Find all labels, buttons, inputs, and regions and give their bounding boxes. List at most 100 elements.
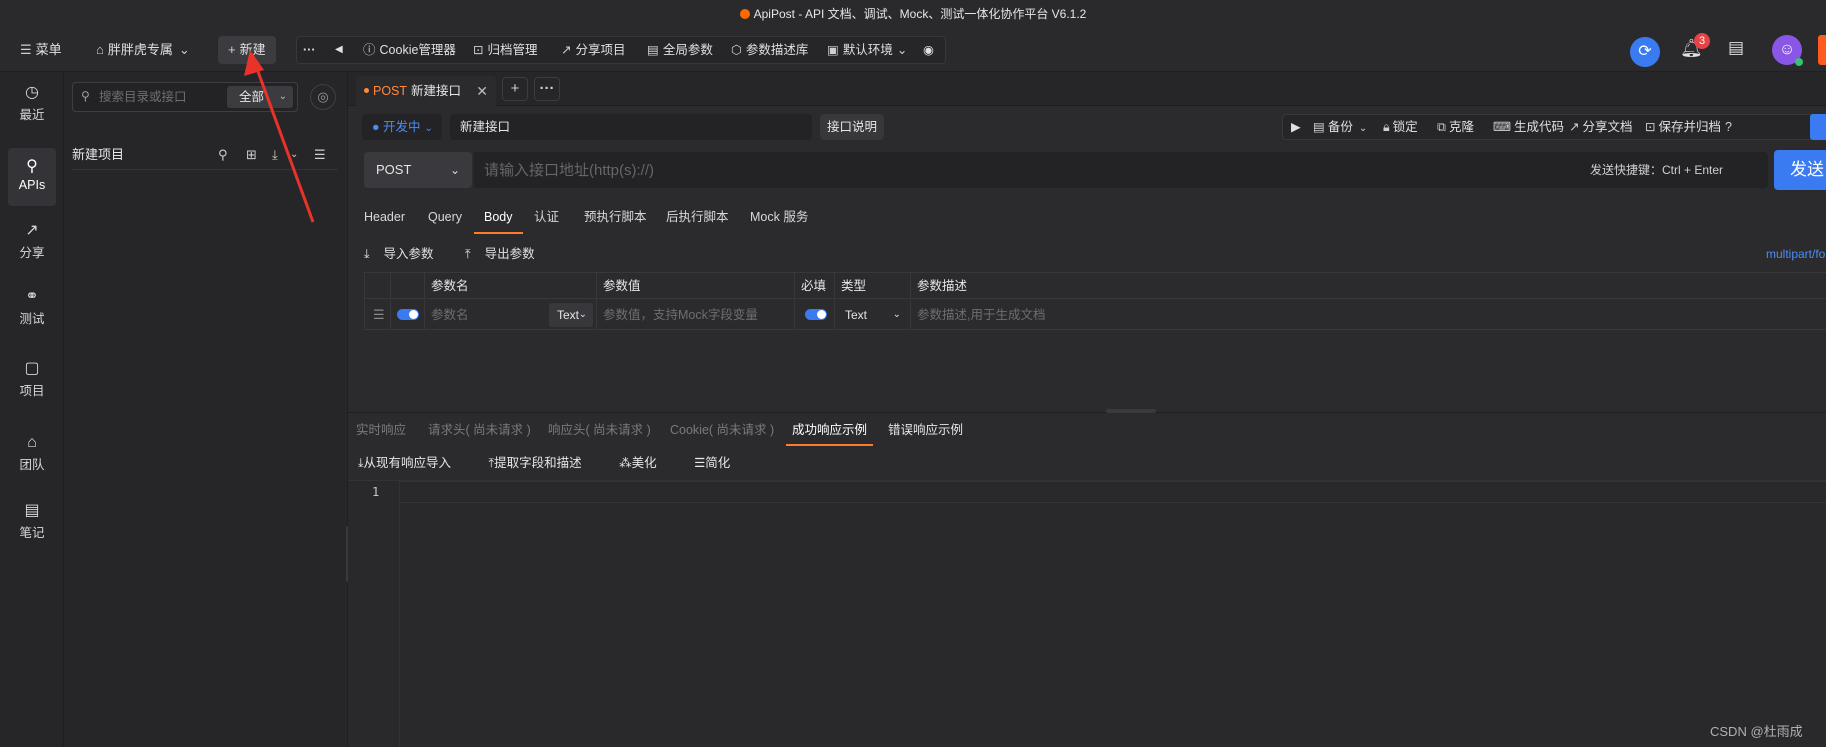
- backup-button[interactable]: ▤ 备份 ⌄: [1313, 115, 1370, 141]
- tab-success-example[interactable]: 成功响应示例: [785, 416, 874, 446]
- nav-team[interactable]: ⌂ 团队: [8, 424, 56, 482]
- chevron-down-icon: ⌄: [424, 123, 433, 134]
- api-name-input[interactable]: [450, 114, 812, 140]
- tab-response-headers[interactable]: 响应头( 尚未请求 ): [548, 416, 651, 444]
- collapse-icon[interactable]: ◀: [335, 37, 343, 63]
- import-params-button[interactable]: ⤓ 导入参数: [364, 247, 448, 261]
- import-from-response-button[interactable]: ⤓从现有响应导入: [358, 456, 451, 470]
- top-bar: ☰ 菜单 ⌂ 胖胖虎专属 ⌄ + 新建 ··· ◀ ⓘ Cookie管理器 ⊡ 归档管理 ↗…: [0, 28, 1826, 72]
- tab-error-example[interactable]: 错误响应示例: [888, 416, 963, 444]
- nav-apis[interactable]: ⚲ APIs: [8, 148, 56, 206]
- col-param-value: 参数值: [597, 273, 795, 298]
- more-tabs-icon[interactable]: ···: [534, 77, 560, 101]
- tab-post-script[interactable]: 后执行脚本: [666, 202, 729, 232]
- tab-new-api[interactable]: POST 新建接口 ✕: [356, 76, 496, 106]
- method-selector[interactable]: POST ⌄: [364, 152, 472, 188]
- param-value-input[interactable]: 参数值，支持Mock字段变量: [597, 300, 795, 330]
- tab-live-response[interactable]: 实时响应: [356, 416, 406, 444]
- close-icon[interactable]: ✕: [476, 76, 488, 106]
- import-icon[interactable]: ⤓: [272, 140, 278, 170]
- simplify-button[interactable]: ☰简化: [694, 456, 730, 470]
- online-status-dot: [1795, 58, 1803, 66]
- new-folder-icon[interactable]: ⊞: [246, 140, 257, 170]
- menu-button[interactable]: ☰ 菜单: [20, 36, 62, 64]
- unsaved-dot: [364, 88, 369, 93]
- param-name-input[interactable]: 参数名: [431, 308, 469, 322]
- notes-icon: ▤: [24, 502, 40, 519]
- tab-body[interactable]: Body: [474, 202, 522, 234]
- tab-request-headers[interactable]: 请求头( 尚未请求 ): [428, 416, 531, 444]
- generate-code-button[interactable]: ⌨ 生成代码: [1493, 115, 1564, 139]
- send-button[interactable]: 发送: [1774, 150, 1826, 190]
- request-tabs: Header Query Body 认证 预执行脚本 后执行脚本 Mock 服务: [348, 202, 1826, 236]
- run-icon[interactable]: ▶: [1291, 115, 1301, 139]
- tab-header[interactable]: Header: [364, 202, 405, 232]
- scope-selector[interactable]: 全部 ⌄: [227, 86, 293, 108]
- table-row: ☰ 参数名 Text ⌄ 参数值，支持Mock字段变量 Text ⌄ 参数描述,用于…: [365, 300, 1826, 330]
- pane-divider: [348, 412, 1826, 413]
- drag-handle-icon[interactable]: ☰: [373, 307, 385, 322]
- workspace-selector[interactable]: ⌂ 胖胖虎专属 ⌄: [96, 36, 194, 64]
- clone-button[interactable]: ⧉ 克隆: [1437, 115, 1474, 139]
- nav-project[interactable]: ▢ 项目: [8, 350, 56, 408]
- sync-icon[interactable]: ⟳: [1630, 37, 1660, 67]
- locate-icon[interactable]: ◎: [310, 84, 336, 110]
- pane-resize-handle[interactable]: [1106, 409, 1156, 413]
- col-description: 参数描述: [917, 279, 968, 293]
- export-params-button[interactable]: ⤒ 导出参数: [465, 247, 549, 261]
- add-api-icon[interactable]: ⚲: [218, 140, 228, 170]
- notes-icon[interactable]: ▤: [1728, 38, 1744, 58]
- help-icon: ?: [1725, 120, 1732, 134]
- nav-recent[interactable]: ◷ 最近: [8, 74, 56, 132]
- more-icon[interactable]: ···: [303, 37, 316, 63]
- collapse-tree-icon[interactable]: ☰: [314, 140, 326, 170]
- upgrade-button[interactable]: [1818, 35, 1826, 65]
- eye-icon[interactable]: ◉: [923, 37, 934, 63]
- row-enable-toggle[interactable]: [397, 309, 419, 320]
- tab-query[interactable]: Query: [428, 202, 462, 232]
- param-name-type-selector[interactable]: Text ⌄: [549, 303, 593, 327]
- save-button[interactable]: [1810, 114, 1826, 140]
- lock-button[interactable]: 🔒︎ 锁定: [1383, 115, 1418, 139]
- url-input[interactable]: [474, 152, 1768, 188]
- nav-test[interactable]: ⚭ 测试: [8, 278, 56, 336]
- share-project-button[interactable]: ↗ 分享项目: [561, 37, 626, 63]
- window-title: ApiPost - API 文档、调试、Mock、测试一体化协作平台 V6.1.…: [753, 7, 1087, 21]
- new-button[interactable]: + 新建: [218, 36, 276, 64]
- environment-selector[interactable]: ▣ 默认环境 ⌄: [827, 37, 911, 63]
- chevron-down-icon[interactable]: ⌄: [290, 140, 298, 170]
- save-archive-button[interactable]: ⊡ 保存并归档?: [1645, 115, 1735, 139]
- api-icon: ⚲: [26, 158, 38, 175]
- api-description-button[interactable]: 接口说明: [820, 114, 884, 140]
- nav-notes[interactable]: ▤ 笔记: [8, 492, 56, 550]
- status-selector[interactable]: ● 开发中 ⌄: [362, 114, 442, 140]
- beautify-button[interactable]: ⁂美化: [619, 456, 657, 470]
- tab-mock-service[interactable]: Mock 服务: [750, 202, 808, 232]
- param-description-input[interactable]: 参数描述,用于生成文档: [911, 300, 1826, 330]
- col-type: 类型: [835, 273, 911, 298]
- tab-pre-script[interactable]: 预执行脚本: [584, 202, 647, 232]
- required-toggle[interactable]: [805, 309, 827, 320]
- test-icon: ⚭: [25, 288, 39, 305]
- params-table: 参数名 参数值 必填 类型 参数描述 ☰ 参数名 Text ⌄ 参数值，支持Moc…: [364, 272, 1826, 330]
- param-type-selector[interactable]: Text ⌄: [837, 303, 907, 327]
- param-desc-library-button[interactable]: ⬡ 参数描述库: [731, 37, 808, 63]
- content-type-link[interactable]: multipart/fo: [1766, 240, 1825, 268]
- global-params-button[interactable]: ▤ 全局参数: [647, 37, 713, 63]
- col-param-name: 参数名: [425, 273, 597, 298]
- add-tab-button[interactable]: +: [502, 77, 528, 101]
- tree-search-input[interactable]: [99, 87, 209, 107]
- tab-auth[interactable]: 认证: [534, 202, 559, 232]
- response-example-editor[interactable]: 1: [348, 480, 1826, 747]
- archive-manager-button[interactable]: ⊡ 归档管理: [473, 37, 538, 63]
- nav-share[interactable]: ↗ 分享: [8, 212, 56, 270]
- project-row[interactable]: 新建项目 ⚲ ⊞ ⤓ ⌄ ☰: [72, 140, 338, 170]
- tab-cookie[interactable]: Cookie( 尚未请求 ): [670, 416, 774, 444]
- cookie-manager-button[interactable]: ⓘ Cookie管理器: [363, 37, 456, 63]
- share-doc-button[interactable]: ↗ 分享文档: [1569, 115, 1633, 139]
- extract-fields-button[interactable]: ⤒提取字段和描述: [489, 456, 582, 470]
- api-actions: ▶ ▤ 备份 ⌄ 🔒︎ 锁定 ⧉ 克隆 ⌨ 生成代码 ↗ 分享文档 ⊡ 保存并归档?: [1282, 114, 1826, 140]
- upload-icon: ⤒: [465, 247, 471, 261]
- menu-icon: ☰: [20, 42, 32, 57]
- chevron-down-icon: ⌄: [578, 309, 587, 320]
